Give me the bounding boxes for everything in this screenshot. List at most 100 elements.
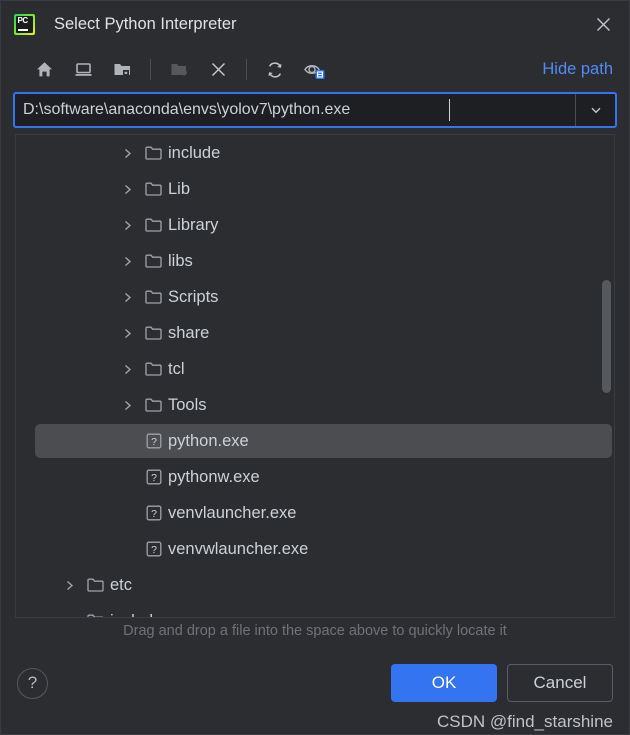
- pycharm-logo: PC: [14, 13, 35, 35]
- folder-icon: [145, 397, 162, 414]
- file-tree[interactable]: include Lib Library libs Scripts share tcl Tool…: [15, 134, 615, 618]
- tree-row-file[interactable]: ? venvlauncher.exe: [16, 495, 614, 531]
- tree-row-label: venvwlauncher.exe: [168, 539, 309, 558]
- folder-icon: [145, 361, 162, 378]
- unknown-file-icon: ?: [146, 505, 161, 521]
- folder-icon: [145, 254, 162, 268]
- footer-button-group: OK Cancel: [391, 664, 613, 702]
- toolbar-separator-2: [246, 59, 247, 80]
- svg-text:?: ?: [151, 472, 157, 484]
- help-button[interactable]: ?: [17, 667, 48, 699]
- unknown-file-icon: ?: [145, 505, 162, 522]
- chevron-right-icon[interactable]: [120, 218, 134, 232]
- tree-row-label: share: [168, 323, 210, 342]
- chevron-right-icon[interactable]: [120, 362, 134, 376]
- close-icon[interactable]: [586, 7, 620, 41]
- tree-row-file[interactable]: ? python.exe: [16, 423, 614, 459]
- chevron-right-icon: [124, 220, 131, 230]
- path-history-dropdown[interactable]: [575, 94, 615, 126]
- chevron-right-icon: [124, 364, 131, 374]
- desktop-button[interactable]: [68, 55, 98, 85]
- chevron-right-icon[interactable]: [120, 146, 134, 160]
- tree-row-folder[interactable]: tcl: [16, 351, 614, 387]
- svg-text:?: ?: [151, 436, 157, 448]
- tree-row-label: Tools: [168, 395, 207, 414]
- chevron-down-icon: [591, 107, 600, 114]
- path-input[interactable]: [15, 94, 575, 126]
- path-field-container: [13, 92, 617, 128]
- chevron-right-icon[interactable]: [120, 290, 134, 304]
- tree-row-folder[interactable]: include: [16, 603, 614, 618]
- chevron-right-icon[interactable]: [120, 254, 134, 268]
- folder-icon: [145, 217, 162, 234]
- chevron-right-icon[interactable]: [62, 578, 76, 592]
- folder-icon: [145, 182, 162, 196]
- show-hidden-files-button[interactable]: [299, 55, 329, 85]
- tree-row-label: pythonw.exe: [168, 467, 260, 486]
- delete-button[interactable]: [203, 55, 233, 85]
- folder-icon: [145, 181, 162, 198]
- tree-row-folder[interactable]: include: [16, 135, 614, 171]
- tree-row-label: libs: [168, 251, 193, 270]
- dialog-footer: ? OK Cancel CSDN @find_starshine: [1, 646, 629, 734]
- chevron-right-icon: [124, 328, 131, 338]
- unknown-file-icon: ?: [146, 541, 161, 557]
- tree-row-folder[interactable]: libs: [16, 243, 614, 279]
- folder-icon: [145, 253, 162, 270]
- tree-row-file[interactable]: ? venvwlauncher.exe: [16, 531, 614, 567]
- new-folder-button[interactable]: [164, 55, 194, 85]
- home-button[interactable]: [29, 55, 59, 85]
- chevron-right-icon: [124, 400, 131, 410]
- file-chooser-toolbar: Hide path: [1, 47, 629, 92]
- text-caret: [449, 99, 450, 121]
- folder-icon: [87, 614, 104, 617]
- unknown-file-icon: ?: [145, 541, 162, 558]
- drag-drop-hint: Drag and drop a file into the space abov…: [123, 623, 507, 639]
- tree-scrollbar-thumb[interactable]: [602, 280, 611, 393]
- tree-row-folder[interactable]: Tools: [16, 387, 614, 423]
- folder-icon: [87, 613, 104, 617]
- ok-button[interactable]: OK: [391, 664, 497, 702]
- hide-path-link[interactable]: Hide path: [542, 60, 613, 79]
- project-folder-button[interactable]: [107, 55, 137, 85]
- dialog-titlebar: PC Select Python Interpreter: [1, 1, 629, 47]
- chevron-right-icon[interactable]: [120, 398, 134, 412]
- folder-icon: [145, 325, 162, 342]
- tree-row-label: python.exe: [168, 431, 249, 450]
- chevron-right-icon[interactable]: [120, 326, 134, 340]
- tree-row-folder[interactable]: Scripts: [16, 279, 614, 315]
- chevron-right-icon: [124, 184, 131, 194]
- tree-row-folder[interactable]: share: [16, 315, 614, 351]
- chevron-right-icon: [67, 616, 69, 617]
- folder-icon: [145, 218, 162, 232]
- folder-icon: [145, 289, 162, 306]
- tree-row-label: include: [110, 612, 162, 618]
- folder-icon: [145, 290, 162, 304]
- svg-text:?: ?: [151, 544, 157, 556]
- cancel-button[interactable]: Cancel: [507, 664, 613, 702]
- select-python-interpreter-dialog: PC Select Python Interpreter Hide path D…: [0, 0, 630, 735]
- refresh-button[interactable]: [260, 55, 290, 85]
- tree-scrollbar-track[interactable]: [602, 137, 611, 615]
- tree-row-label: include: [168, 143, 221, 162]
- unknown-file-icon: ?: [145, 469, 162, 486]
- unknown-file-icon: ?: [146, 469, 161, 485]
- chevron-right-icon[interactable]: [120, 182, 134, 196]
- folder-icon: [145, 398, 162, 412]
- tree-row-file[interactable]: ? pythonw.exe: [16, 459, 614, 495]
- folder-icon: [145, 362, 162, 376]
- folder-icon: [87, 578, 104, 592]
- unknown-file-icon: ?: [145, 433, 162, 450]
- svg-text:?: ?: [151, 508, 157, 520]
- tree-row-folder[interactable]: Library: [16, 207, 614, 243]
- tree-row-label: Scripts: [168, 287, 219, 306]
- tree-row-folder[interactable]: etc: [16, 567, 614, 603]
- chevron-right-icon[interactable]: [62, 614, 76, 617]
- chevron-right-icon: [124, 292, 131, 302]
- tree-row-folder[interactable]: Lib: [16, 171, 614, 207]
- folder-icon: [87, 577, 104, 594]
- tree-row-label: Library: [168, 215, 219, 234]
